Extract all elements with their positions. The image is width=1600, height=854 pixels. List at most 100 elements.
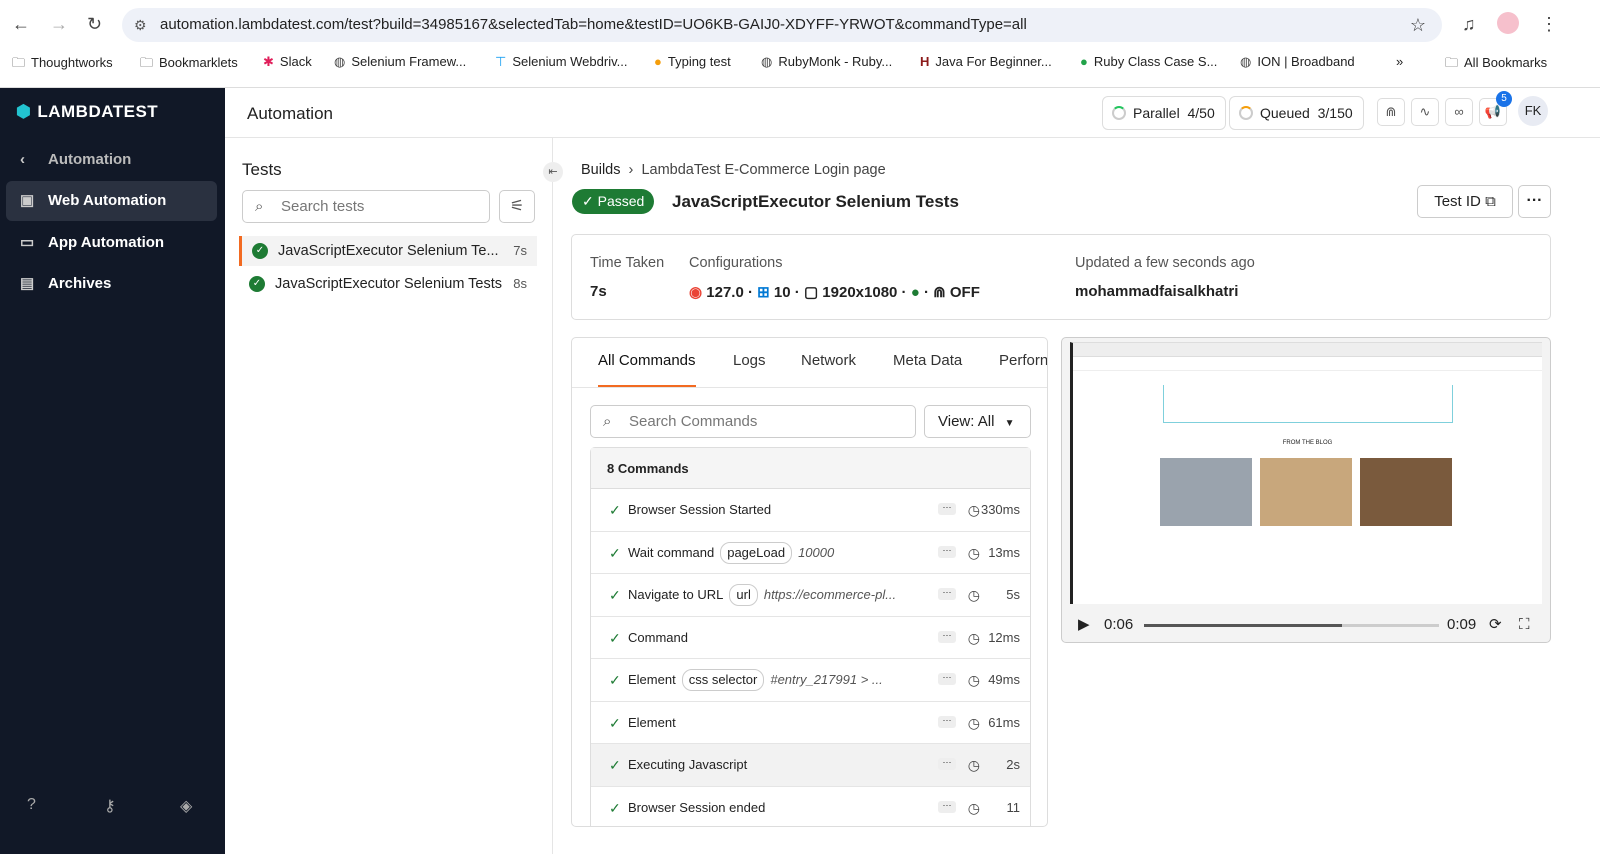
command-row[interactable]: ✓ Wait command pageLoad 10000 ··· ◷ 13ms xyxy=(591,532,1030,574)
test-duration: 7s xyxy=(513,243,527,258)
back-icon[interactable]: ← xyxy=(12,14,30,35)
command-name: Wait command xyxy=(628,544,715,560)
test-item[interactable]: ✓ JavaScriptExecutor Selenium Tests 8s xyxy=(239,269,537,299)
more-icon[interactable]: ··· xyxy=(938,673,956,685)
recorded-browser-bar xyxy=(1073,343,1542,357)
progress-ring-icon xyxy=(1239,106,1253,120)
search-commands-input[interactable]: ⌕ Search Commands xyxy=(590,405,916,438)
label: Parallel xyxy=(1133,105,1180,121)
globe-icon: ◍ xyxy=(334,54,346,69)
tab-meta-data[interactable]: Meta Data xyxy=(893,352,962,369)
forward-icon[interactable]: → xyxy=(50,14,68,35)
tests-panel: Tests ⌕ Search tests ⚟ ✓ JavaScriptExecuto… xyxy=(225,138,553,854)
more-bookmarks-icon[interactable]: » xyxy=(1396,54,1403,69)
bookmark[interactable]: ⊤ Selenium Webdriv... xyxy=(495,54,627,70)
reload-icon[interactable]: ↻ xyxy=(87,14,102,35)
sidebar-item-app-automation[interactable]: ▭ App Automation xyxy=(6,223,217,263)
more-icon[interactable]: ··· xyxy=(938,588,956,600)
bookmark[interactable]: 🗀 Bookmarklets xyxy=(140,54,238,76)
copy-icon: ⧉ xyxy=(1485,193,1496,210)
tunnel-icon[interactable]: ⋒ xyxy=(1377,98,1405,126)
command-name: Browser Session Started xyxy=(628,502,772,517)
bookmark[interactable]: ◍ ION | Broadband xyxy=(1240,54,1355,70)
more-icon[interactable]: ··· xyxy=(938,503,956,515)
logo[interactable]: ⬢ LAMBDATEST xyxy=(16,102,164,122)
more-icon[interactable]: ··· xyxy=(938,630,956,643)
search-tests-input[interactable]: ⌕ Search tests xyxy=(242,190,490,223)
play-icon[interactable]: ▶ xyxy=(1078,606,1090,642)
logo-text: LAMBDATEST xyxy=(37,102,159,121)
bookmark[interactable]: ● Ruby Class Case S... xyxy=(1080,54,1217,69)
menu-icon[interactable]: ⋮ xyxy=(1540,14,1558,35)
breadcrumb-builds[interactable]: Builds xyxy=(581,162,621,178)
video-frame[interactable]: FROM THE BLOG xyxy=(1070,342,1542,604)
tunnel-icon: ⋒ xyxy=(933,284,946,301)
command-name: Command xyxy=(628,629,688,645)
megaphone-icon[interactable]: 📢 5 xyxy=(1479,91,1512,126)
bookmark-label: All Bookmarks xyxy=(1464,55,1548,70)
tab-network[interactable]: Network xyxy=(801,352,856,369)
more-icon[interactable]: ··· xyxy=(938,545,956,558)
parallel-status[interactable]: Parallel 4/50 xyxy=(1102,96,1226,130)
layers-icon[interactable]: ◈ xyxy=(180,796,192,816)
queued-status[interactable]: Queued 3/150 xyxy=(1229,96,1364,130)
analytics-icon[interactable]: ∿ xyxy=(1411,98,1439,126)
all-bookmarks[interactable]: 🗀 All Bookmarks xyxy=(1445,54,1547,76)
config-label: Configurations xyxy=(689,255,783,271)
command-row[interactable]: ✓ Command ··· ◷ 12ms xyxy=(591,617,1030,659)
test-name: JavaScriptExecutor Selenium Tests xyxy=(275,276,503,292)
bookmark[interactable]: H Java For Beginner... xyxy=(920,54,1052,69)
command-row[interactable]: ✓ Element css selector #entry_217991 > ... ·… xyxy=(591,659,1030,702)
more-icon[interactable]: ··· xyxy=(938,800,956,813)
more-icon[interactable]: ··· xyxy=(938,715,956,728)
link-icon[interactable]: ∞ xyxy=(1445,98,1473,126)
copy-test-id-button[interactable]: Test ID ⧉ xyxy=(1417,185,1513,218)
bookmark-label: Selenium Webdriv... xyxy=(512,54,628,69)
avatar[interactable]: FK xyxy=(1518,96,1548,126)
bookmark[interactable]: ✱ Slack xyxy=(263,54,312,70)
address-bar[interactable]: ⚙ automation.lambdatest.com/test?build=34… xyxy=(122,8,1442,42)
tab-performance[interactable]: Perforn xyxy=(999,352,1047,369)
more-options-button[interactable]: ··· xyxy=(1518,185,1551,218)
command-duration: 330ms xyxy=(980,502,1020,517)
playback-speed-icon[interactable]: ⟳ xyxy=(1489,606,1502,642)
command-row[interactable]: ✓ Browser Session Started ··· ◷ 330ms xyxy=(591,489,1030,532)
chevron-left-icon: ‹ xyxy=(20,151,25,168)
tab-all-commands[interactable]: All Commands xyxy=(598,352,696,387)
command-row[interactable]: ✓ Browser Session ended ··· ◷ 11 xyxy=(591,787,1030,827)
breadcrumb-build[interactable]: LambdaTest E-Commerce Login page xyxy=(641,162,885,178)
help-icon[interactable]: ? xyxy=(27,796,36,814)
profile-avatar[interactable] xyxy=(1497,12,1519,34)
bookmark[interactable]: ◍ RubyMonk - Ruby... xyxy=(761,54,892,70)
bookmark-star-icon[interactable]: ☆ xyxy=(1410,8,1426,42)
video-seek-slider[interactable] xyxy=(1144,624,1439,627)
command-name: Element xyxy=(628,714,676,730)
search-icon: ⌕ xyxy=(603,413,612,430)
site-settings-icon[interactable]: ⚙ xyxy=(134,8,147,42)
view-dropdown[interactable]: View: All ▼ xyxy=(924,405,1031,438)
bookmark[interactable]: ◍ Selenium Framew... xyxy=(334,54,466,70)
test-item[interactable]: ✓ JavaScriptExecutor Selenium Te... 7s xyxy=(239,236,537,266)
command-row[interactable]: ✓ Element ··· ◷ 61ms xyxy=(591,702,1030,744)
command-name: Element xyxy=(628,672,676,687)
more-icon[interactable]: ··· xyxy=(938,758,956,770)
command-row[interactable]: ✓ Navigate to URL url https://ecommerce-pl.… xyxy=(591,574,1030,617)
bookmark[interactable]: 🗀 Thoughtworks xyxy=(12,54,113,76)
key-icon[interactable]: ⚷ xyxy=(104,796,116,816)
breadcrumb: Builds › LambdaTest E-Commerce Login pag… xyxy=(581,162,886,178)
media-icon[interactable]: ♫ xyxy=(1462,14,1476,35)
sidebar-item-web-automation[interactable]: ▣ Web Automation xyxy=(6,181,217,221)
sidebar-back[interactable]: ‹ Automation xyxy=(6,140,217,180)
status-badge: ✓ Passed xyxy=(572,189,655,214)
command-arg: #entry_217991 > ... xyxy=(770,672,883,687)
tab-logs[interactable]: Logs xyxy=(733,352,766,369)
filter-button[interactable]: ⚟ xyxy=(499,190,535,223)
bookmark[interactable]: ● Typing test xyxy=(654,54,731,69)
command-row[interactable]: ✓ Executing Javascript ··· ◷ 2s xyxy=(591,744,1030,787)
view-value: View: All xyxy=(938,413,995,430)
updated-label: Updated a few seconds ago xyxy=(1075,255,1255,271)
sidebar-item-archives[interactable]: ▤ Archives xyxy=(6,264,217,304)
fullscreen-icon[interactable]: ⛶ xyxy=(1519,606,1530,642)
top-bar: Automation Parallel 4/50 Queued 3/150 ⋒ … xyxy=(225,88,1600,138)
command-tag: url xyxy=(729,584,758,606)
